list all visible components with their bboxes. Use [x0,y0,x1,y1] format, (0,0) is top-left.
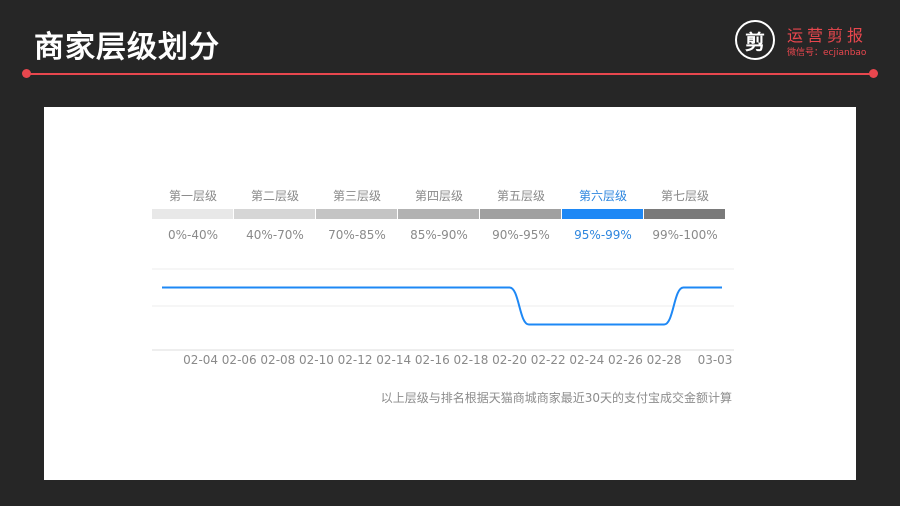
trend-chart: 02-04 02-06 02-08 02-10 02-12 02-14 02-16 02-18… [152,268,734,367]
x-tick-label: 02-14 [376,353,411,367]
x-tick-label: 02-06 [222,353,257,367]
x-tick-label: 02-08 [260,353,295,367]
header-divider [26,73,874,75]
brand-name: 运营剪报 [787,26,868,45]
x-tick-label: 02-28 [647,353,682,367]
divider-dot-left [22,69,31,78]
x-tick-label: 03-03 [698,353,733,367]
footnote: 以上层级与排名根据天猫商城商家最近30天的支付宝成交金额计算 [380,391,732,405]
x-tick-label: 02-10 [299,353,334,367]
x-tick-label: 02-04 [183,353,218,367]
x-tick-label: 02-18 [454,353,489,367]
x-tick-label: 02-26 [608,353,643,367]
x-axis-ticks: 02-04 02-06 02-08 02-10 02-12 02-14 02-16 02-18… [183,353,732,367]
divider-dot-right [869,69,878,78]
x-tick-label: 02-16 [415,353,450,367]
x-tick-label: 02-12 [338,353,373,367]
brand-wechat-id: 微信号：ecjianbao [787,48,867,58]
x-tick-label: 02-20 [492,353,527,367]
brand-badge-icon: 剪 [735,20,775,60]
x-tick-label: 02-24 [569,353,604,367]
content-card: 第一层级 0%-40% 第二层级 40%-70% 第三层级 70%-85% 第四层级 85%-… [44,107,856,480]
x-tick-label: 02-22 [531,353,566,367]
brand-logo: 剪 运营剪报 微信号：ecjianbao [735,20,885,62]
chart-grid [152,268,734,351]
slide-title: 商家层级划分 [34,30,220,65]
